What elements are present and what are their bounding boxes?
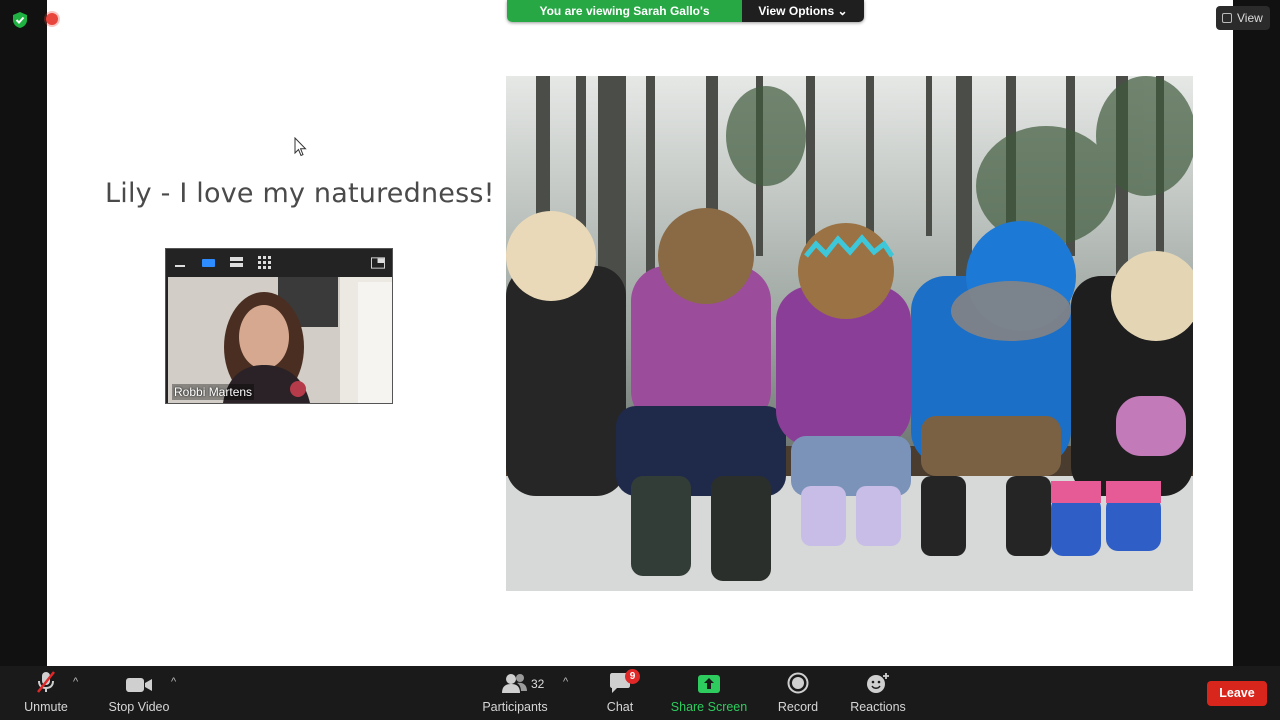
view-options-button[interactable]: View Options ⌄ <box>742 0 864 22</box>
record-indicator-icon <box>46 13 58 25</box>
participants-button[interactable]: Participants <box>478 666 552 720</box>
chat-unread-badge: 9 <box>625 669 640 684</box>
chevron-down-icon: ⌄ <box>837 4 848 18</box>
strip-view-icon[interactable] <box>229 257 243 269</box>
unmute-button[interactable]: Unmute <box>14 666 78 720</box>
gallery-view-icon[interactable] <box>257 256 271 269</box>
participants-count: 32 <box>531 677 545 691</box>
participant-video-feed[interactable]: Robbi Martens <box>168 277 392 403</box>
participants-label: Participants <box>482 700 548 714</box>
leave-button[interactable]: Leave <box>1207 681 1267 706</box>
share-screen-label: Share Screen <box>670 700 748 714</box>
reactions-label: Reactions <box>850 700 906 714</box>
participants-caret-icon[interactable]: ^ <box>563 676 568 688</box>
record-label: Record <box>777 700 819 714</box>
reactions-button[interactable]: Reactions <box>846 666 910 720</box>
zoom-window: Lily - I love my naturedness! You are vi… <box>0 0 1280 720</box>
screen-share-banner: You are viewing Sarah Gallo's screen Vie… <box>507 0 864 22</box>
slide-photo <box>506 76 1193 591</box>
audio-options-caret-icon[interactable]: ^ <box>73 676 78 688</box>
exit-panel-icon[interactable] <box>371 256 385 269</box>
video-panel-toolbar <box>166 249 392 276</box>
video-options-caret-icon[interactable]: ^ <box>171 676 176 688</box>
stop-video-label: Stop Video <box>108 700 170 714</box>
slide-title: Lily - I love my naturedness! <box>105 178 495 209</box>
record-button[interactable]: Record <box>772 666 824 720</box>
floating-video-panel[interactable]: Robbi Martens <box>165 248 393 404</box>
reactions-icon <box>866 666 890 696</box>
shield-icon[interactable] <box>11 11 29 29</box>
view-button[interactable]: View <box>1216 6 1270 30</box>
chat-label: Chat <box>606 700 634 714</box>
record-icon <box>787 666 809 696</box>
video-camera-icon <box>125 666 153 696</box>
view-options-label: View Options <box>758 4 835 18</box>
speaker-view-icon[interactable] <box>201 257 215 269</box>
share-screen-icon <box>698 666 720 696</box>
stop-video-button[interactable]: Stop Video <box>100 666 178 720</box>
viewing-status-text: You are viewing Sarah Gallo's screen <box>507 0 742 22</box>
share-screen-button[interactable]: Share Screen <box>670 666 748 720</box>
meeting-toolbar: Unmute ^ Stop Video ^ Participants 32 ^ … <box>0 666 1280 720</box>
participant-name-label: Robbi Martens <box>172 384 255 400</box>
view-button-label: View <box>1237 11 1263 25</box>
microphone-muted-icon <box>34 666 58 696</box>
minimize-icon[interactable] <box>173 257 187 269</box>
cursor-icon <box>294 137 307 157</box>
participants-icon <box>501 666 529 696</box>
unmute-label: Unmute <box>24 700 68 714</box>
view-grid-icon <box>1222 13 1232 23</box>
